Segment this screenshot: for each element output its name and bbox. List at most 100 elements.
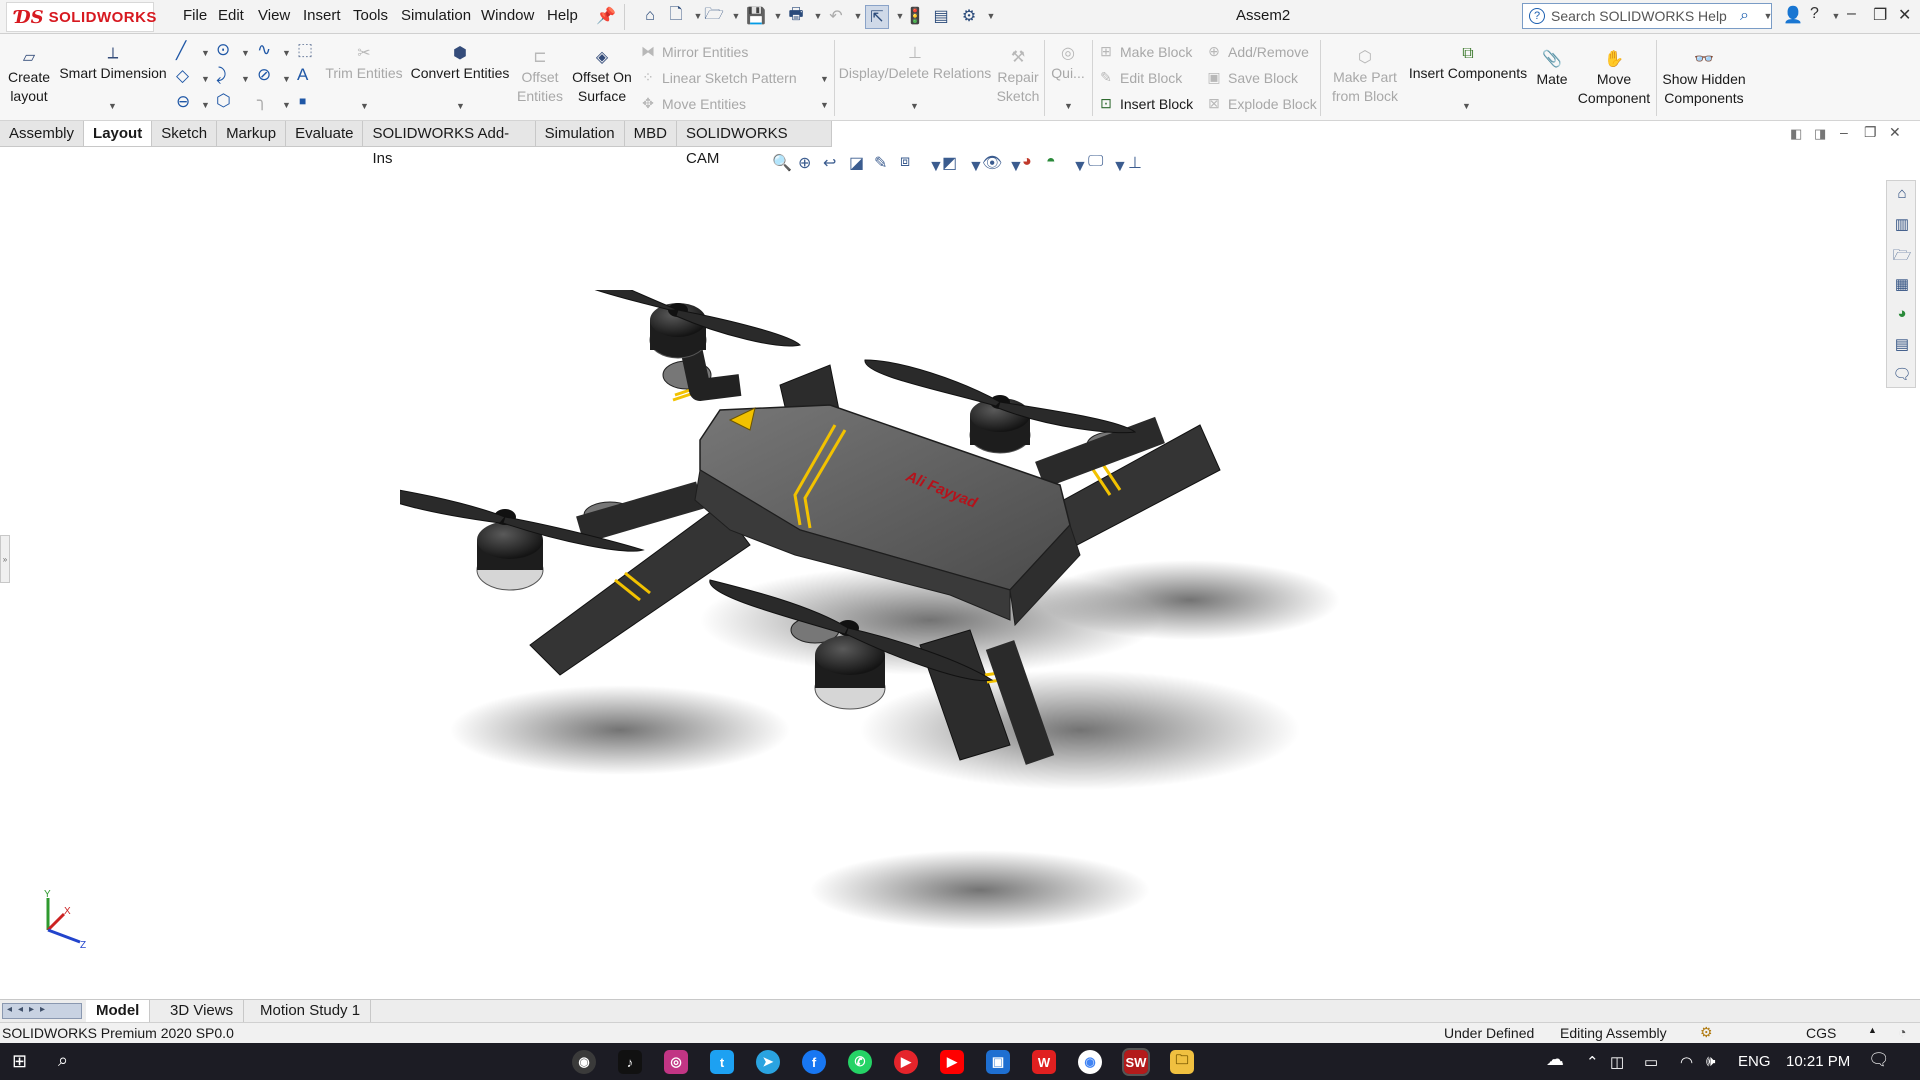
appearances-icon[interactable]: ◕ [1892, 305, 1912, 325]
print-icon[interactable]: 🖶 [785, 5, 807, 27]
drone-model[interactable]: Ali Fayyad [400, 290, 1420, 940]
user-icon[interactable]: 👤 [1783, 5, 1803, 25]
chevron-down-icon[interactable]: ▼ [201, 74, 210, 84]
search-input[interactable]: ? Search SOLIDWORKS Help ⌕ [1522, 3, 1772, 29]
text-icon[interactable]: A [297, 65, 308, 85]
custom-properties-icon[interactable]: ▤ [1892, 335, 1912, 355]
tile-right-icon[interactable]: ◨ [1814, 126, 1826, 142]
forum-icon[interactable]: 🗨 [1892, 365, 1912, 385]
feature-manager-toggle[interactable]: » [0, 535, 10, 583]
tab-mbd[interactable]: MBD [625, 121, 677, 146]
tiktok-icon[interactable]: ♪ [618, 1050, 642, 1074]
edit-appearance-icon[interactable]: ◕ [1022, 153, 1032, 171]
solidworks-resources-icon[interactable]: ⌂ [1892, 185, 1912, 205]
instagram-icon[interactable]: ◎ [664, 1050, 688, 1074]
spline-icon[interactable]: ∿ [257, 40, 271, 60]
media-player-icon[interactable]: ▶ [894, 1050, 918, 1074]
menu-insert[interactable]: Insert [303, 7, 341, 24]
youtube-icon[interactable]: ▶ [940, 1050, 964, 1074]
line-icon[interactable]: ╱ [176, 41, 186, 61]
menu-file[interactable]: File [183, 7, 207, 24]
chevron-up-icon[interactable]: ▲ [1868, 1025, 1877, 1035]
new-document-icon[interactable]: 🗋 [665, 5, 687, 27]
chevron-down-icon[interactable]: ▼ [456, 101, 465, 111]
tab-evaluate[interactable]: Evaluate [286, 121, 364, 146]
chevron-down-icon[interactable]: ▼ [201, 100, 210, 110]
wps-office-icon[interactable]: W [1032, 1050, 1056, 1074]
chevron-down-icon[interactable]: ▼ [1462, 101, 1471, 111]
tab-scroll-arrows[interactable]: ◂◂▸▸ [2, 1003, 82, 1019]
tab-assembly[interactable]: Assembly [0, 121, 85, 146]
chevron-down-icon[interactable]: ▼ [241, 74, 250, 84]
linear-sketch-pattern-button[interactable]: ⁘ Linear Sketch Pattern [640, 69, 797, 86]
chevron-down-icon[interactable]: ▼ [820, 74, 829, 84]
tab-solidworks-cam[interactable]: SOLIDWORKS CAM [677, 121, 832, 167]
mate-button[interactable]: 📎 Mate [1530, 50, 1574, 89]
trim-entities-button[interactable]: ✂ Trim Entities [320, 44, 408, 83]
chevron-down-icon[interactable]: ▼ [282, 100, 291, 110]
view-palette-icon[interactable]: ▦ [1892, 275, 1912, 295]
chevron-down-icon[interactable]: ▼ [282, 48, 291, 58]
file-properties-icon[interactable]: ▤ [930, 5, 952, 27]
chevron-down-icon[interactable]: ▼ [241, 48, 250, 58]
chevron-down-icon[interactable]: ▼ [1757, 5, 1779, 27]
status-unit-system[interactable]: CGS [1806, 1025, 1836, 1041]
options-gear-icon[interactable]: ⚙ [958, 5, 980, 27]
volume-icon[interactable]: 🕪 [1706, 1053, 1715, 1070]
battery-icon[interactable]: ▭ [1644, 1053, 1658, 1071]
home-icon[interactable]: ⌂ [639, 5, 661, 27]
repair-sketch-button[interactable]: ⚒ Repair Sketch [994, 48, 1042, 106]
weather-icon[interactable]: ☁ [1546, 1049, 1564, 1070]
rotate-view-icon[interactable]: ⊥ [1128, 153, 1142, 173]
tab-sketch[interactable]: Sketch [152, 121, 218, 146]
fillet-icon[interactable]: ╮ [257, 91, 267, 111]
offset-on-surface-button[interactable]: ◈ Offset On Surface [568, 48, 636, 106]
twitter-icon[interactable]: t [710, 1050, 734, 1074]
explode-block-button[interactable]: ⊠ Explode Block [1206, 95, 1317, 112]
arc-icon[interactable]: ⤸ [216, 65, 226, 85]
menu-view[interactable]: View [258, 7, 290, 24]
slot-icon[interactable]: ⊖ [176, 92, 190, 112]
construction-geometry-icon[interactable]: ⬚ [297, 40, 313, 60]
menu-window[interactable]: Window [481, 7, 534, 24]
menu-simulation[interactable]: Simulation [401, 7, 471, 24]
chevron-down-icon[interactable]: ▼ [725, 5, 747, 27]
tab-model[interactable]: Model [86, 1000, 151, 1022]
file-explorer-taskbar-icon[interactable]: 🗀 [1170, 1050, 1194, 1074]
rebuild-status-icon[interactable]: ⚙ [1700, 1024, 1713, 1041]
chevron-down-icon[interactable]: ▼ [108, 101, 117, 111]
chevron-down-icon[interactable]: ▼ [360, 101, 369, 111]
design-library-icon[interactable]: ▥ [1892, 215, 1912, 235]
save-block-button[interactable]: ▣ Save Block [1206, 69, 1298, 86]
view-settings-icon[interactable]: 🖵 [1088, 153, 1103, 171]
view-orientation-icon[interactable]: ⧈ [900, 153, 910, 171]
mirror-entities-button[interactable]: ⧓ Mirror Entities [640, 43, 748, 60]
tab-simulation[interactable]: Simulation [536, 121, 625, 146]
move-entities-button[interactable]: ✥ Move Entities [640, 95, 746, 112]
facebook-icon[interactable]: f [802, 1050, 826, 1074]
tile-left-icon[interactable]: ◧ [1790, 126, 1802, 142]
help-tooltip-icon[interactable]: ◔ [1898, 1024, 1906, 1040]
convert-entities-button[interactable]: ⬢ Convert Entities [408, 44, 512, 83]
insert-components-button[interactable]: ⧉ Insert Components [1406, 44, 1530, 83]
chevron-down-icon[interactable]: ▼ [282, 74, 291, 84]
video-editor-icon[interactable]: ▣ [986, 1050, 1010, 1074]
close-icon[interactable]: ✕ [1898, 5, 1911, 25]
chevron-down-icon[interactable]: ▼ [1825, 5, 1847, 27]
dynamic-annotation-icon[interactable]: ✎ [874, 153, 887, 173]
point-icon[interactable]: ■ [299, 94, 306, 108]
tab-layout[interactable]: Layout [84, 121, 153, 146]
add-remove-button[interactable]: ⊕ Add/Remove [1206, 43, 1309, 60]
solidworks-taskbar-icon[interactable]: SW [1122, 1048, 1150, 1076]
tray-app-icon[interactable]: ◫ [1610, 1053, 1624, 1071]
rectangle-icon[interactable]: ◇ [176, 66, 189, 86]
edit-block-button[interactable]: ✎ Edit Block [1098, 69, 1182, 86]
zoom-to-fit-icon[interactable]: 🔍 [772, 153, 792, 173]
tab-3d-views[interactable]: 3D Views [160, 1000, 245, 1022]
create-layout-button[interactable]: ▱ Create layout [4, 48, 54, 106]
chevron-down-icon[interactable]: ▼ [201, 48, 210, 58]
menu-edit[interactable]: Edit [218, 7, 244, 24]
chevron-down-icon[interactable]: ▼ [1064, 101, 1073, 111]
apply-scene-icon[interactable]: ◓ [1046, 153, 1056, 171]
insert-block-button[interactable]: ⊡ Insert Block [1098, 95, 1193, 112]
